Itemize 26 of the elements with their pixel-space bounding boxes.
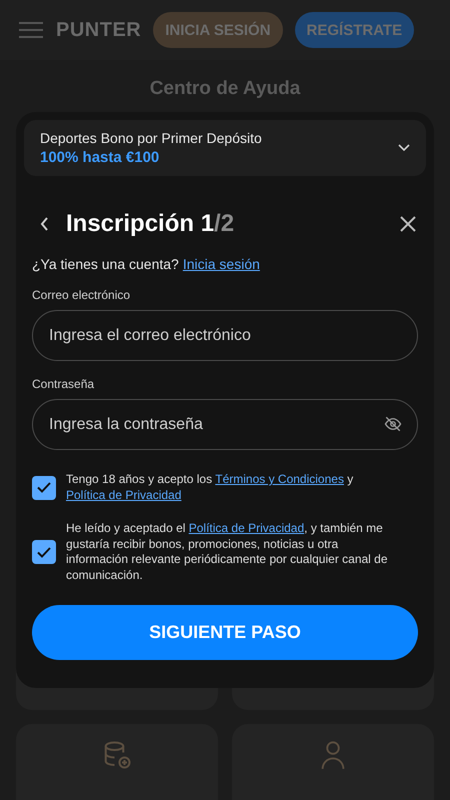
checkmark-icon xyxy=(37,482,51,493)
next-step-button[interactable]: SIGUIENTE PASO xyxy=(32,605,418,660)
bonus-offer: 100% hasta €100 xyxy=(40,149,160,166)
policy-link[interactable]: Términos y Condiciones xyxy=(215,472,344,486)
consent-checkbox[interactable] xyxy=(32,540,56,564)
close-button[interactable] xyxy=(398,214,418,234)
checkmark-icon xyxy=(37,546,51,558)
field-label: Correo electrónico xyxy=(32,288,132,302)
field-label: Contraseña xyxy=(32,377,96,391)
database-plus-icon xyxy=(102,740,132,770)
policy-link[interactable]: Política de Privacidad xyxy=(188,521,304,535)
page-title: Centro de Ayuda xyxy=(148,78,302,100)
consent-text: Tengo 18 años y acepto los Términos y Condiciones y Política de Privacidad xyxy=(66,472,354,503)
login-link[interactable]: Inicia sesión xyxy=(182,256,260,272)
chevron-down-icon xyxy=(398,144,410,152)
policy-link[interactable]: Política de Privacidad xyxy=(66,488,182,502)
modal-title: Inscripción 1/2 xyxy=(66,210,236,238)
login-prompt: ¿Ya tienes una cuenta? xyxy=(32,256,179,272)
email-field[interactable]: Ingresa el correo electrónico xyxy=(32,310,418,361)
eye-off-icon[interactable] xyxy=(384,416,402,432)
user-icon xyxy=(319,740,347,770)
password-field[interactable]: Ingresa la contraseña xyxy=(32,399,418,450)
consent-text: He leído y aceptado el Política de Privacidad, y también me gustaría recibir bonos, promociones, noticias u otra información relevante periódicamente por cualquier canal de comunicación. xyxy=(66,521,389,583)
bonus-selector[interactable]: Deportes Bono por Primer Depósito 100% hasta €100 xyxy=(24,120,426,176)
consent-checkbox[interactable] xyxy=(32,476,56,500)
bonus-title: Deportes Bono por Primer Depósito xyxy=(40,130,262,146)
